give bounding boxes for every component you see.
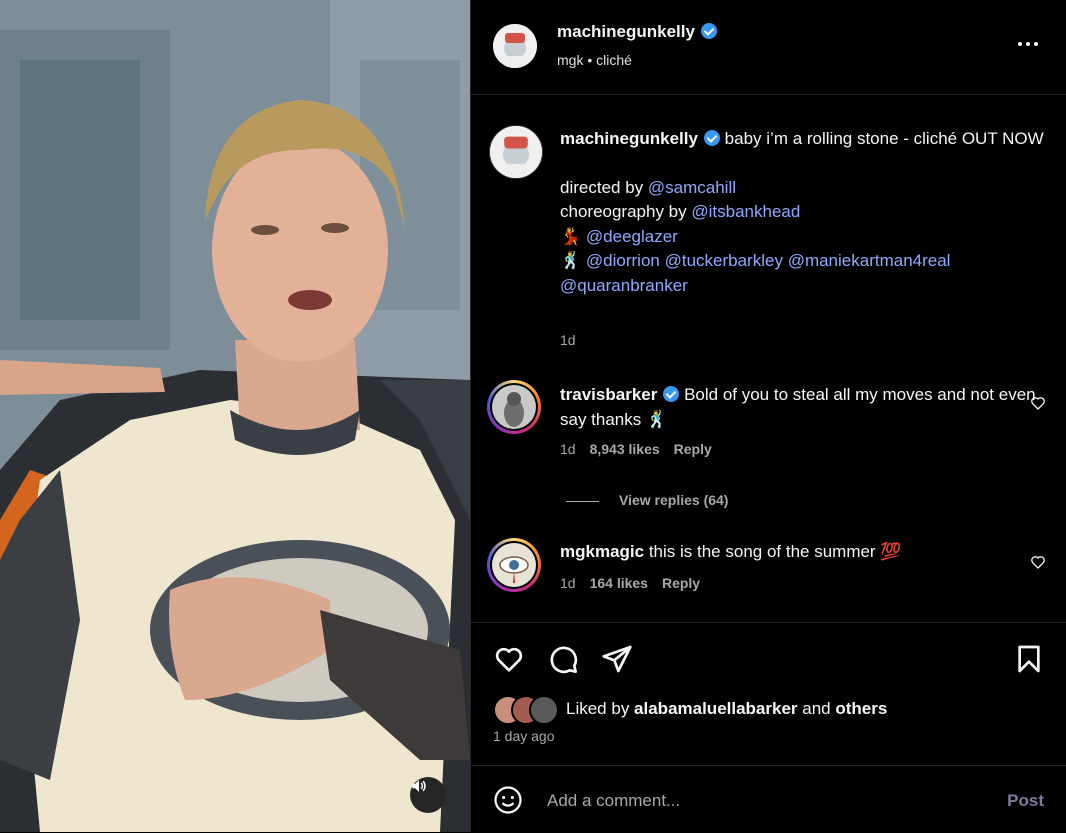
reply-button[interactable]: Reply xyxy=(662,575,700,591)
share-icon[interactable] xyxy=(601,643,633,675)
liked-by-user[interactable]: alabamaluellabarker xyxy=(634,699,797,718)
liked-by-others[interactable]: others xyxy=(835,699,887,718)
comment-meta: 1d 164 likes Reply xyxy=(560,575,700,591)
more-icon-dot xyxy=(1026,42,1030,46)
comment-time[interactable]: 1d xyxy=(560,441,576,457)
comment-like-icon[interactable] xyxy=(1030,395,1046,411)
comment-text: mgkmagic this is the song of the summer … xyxy=(560,540,1050,565)
liked-by-and: and xyxy=(797,699,836,718)
caption-username[interactable]: machinegunkelly xyxy=(560,129,698,148)
mention-link[interactable]: @diorrion xyxy=(586,251,660,270)
mention-link[interactable]: @samcahill xyxy=(648,178,736,197)
liked-by-avatars[interactable] xyxy=(493,695,563,725)
reply-button[interactable]: Reply xyxy=(674,441,712,457)
comment-likes[interactable]: 8,943 likes xyxy=(590,441,660,457)
heart-icon[interactable] xyxy=(493,643,525,675)
mention-link[interactable]: @deeglazer xyxy=(586,227,678,246)
mention-link[interactable]: @itsbankhead xyxy=(691,202,800,221)
verified-badge-icon xyxy=(663,386,680,402)
caption-tags: 🕺 @diorrion @tuckerbarkley @maniekartman… xyxy=(560,249,1050,298)
comment-input[interactable]: Add a comment... xyxy=(547,791,680,811)
avatar-image xyxy=(493,24,537,68)
post-header: machinegunkelly mgk • cliché xyxy=(471,0,1066,95)
post-timestamp[interactable]: 1 day ago xyxy=(493,728,555,744)
author-avatar[interactable] xyxy=(493,24,537,68)
caption-text: machinegunkelly baby i’m a rolling stone… xyxy=(560,127,1050,298)
more-options-button[interactable] xyxy=(1018,42,1038,46)
mention-link[interactable]: @maniekartman4real xyxy=(788,251,951,270)
speaker-icon xyxy=(412,780,426,792)
liked-by-prefix: Liked by xyxy=(566,699,635,718)
caption-line: baby i’m a rolling stone - cliché OUT NO… xyxy=(724,129,1044,148)
man-dancing-emoji: 🕺 xyxy=(560,251,582,270)
emoji-icon[interactable] xyxy=(493,785,523,815)
comment-likes[interactable]: 164 likes xyxy=(590,575,648,591)
avatar-image xyxy=(490,126,542,178)
bookmark-icon[interactable] xyxy=(1013,643,1045,675)
post-comment-button[interactable]: Post xyxy=(1007,791,1044,811)
caption-directed: directed by @samcahill xyxy=(560,176,1050,201)
caption-dancer: 💃 @deeglazer xyxy=(560,225,1050,250)
choreo-prefix: choreography by xyxy=(560,202,692,221)
author-username-link[interactable]: machinegunkelly xyxy=(557,22,717,42)
sound-toggle-button[interactable] xyxy=(410,777,446,813)
liked-by-text: Liked by alabamaluellabarker and others xyxy=(566,699,887,719)
comment-body: this is the song of the summer 💯 xyxy=(648,542,902,561)
story-ring[interactable] xyxy=(487,380,541,434)
mention-link[interactable]: @tuckerbarkley xyxy=(665,251,783,270)
comment-like-icon[interactable] xyxy=(1030,554,1046,570)
comment-username[interactable]: travisbarker xyxy=(560,385,657,404)
view-replies-button[interactable]: View replies (64) xyxy=(566,492,728,508)
caption-author-avatar[interactable] xyxy=(489,125,543,179)
comments-list[interactable]: machinegunkelly baby i’m a rolling stone… xyxy=(471,95,1066,622)
audio-subtitle[interactable]: mgk • cliché xyxy=(557,52,632,68)
liker-avatar xyxy=(529,695,559,725)
author-username[interactable]: machinegunkelly xyxy=(557,22,695,41)
video-frame-illustration xyxy=(0,0,470,832)
avatar-image xyxy=(492,385,536,429)
more-icon-dot xyxy=(1034,42,1038,46)
comment-text: travisbarker Bold of you to steal all my… xyxy=(560,383,1050,432)
caption-choreo: choreography by @itsbankhead xyxy=(560,200,1050,225)
commenter-avatar xyxy=(492,543,536,587)
verified-badge-icon xyxy=(700,23,717,39)
directed-prefix: directed by xyxy=(560,177,648,197)
comment-username[interactable]: mgkmagic xyxy=(560,542,644,561)
comment-icon[interactable] xyxy=(547,643,579,675)
verified-badge-icon xyxy=(703,130,720,146)
post-video[interactable] xyxy=(0,0,470,832)
commenter-avatar xyxy=(492,385,536,429)
comment-meta: 1d 8,943 likes Reply xyxy=(560,441,712,457)
comment-composer: Add a comment... Post xyxy=(471,765,1066,833)
action-bar xyxy=(471,622,1066,766)
comment-time[interactable]: 1d xyxy=(560,575,576,591)
post-sidebar: machinegunkelly mgk • cliché machinegunk… xyxy=(470,0,1066,832)
dancer-emoji: 💃 xyxy=(560,226,582,246)
story-ring[interactable] xyxy=(487,538,541,592)
avatar-image xyxy=(492,543,536,587)
caption-time[interactable]: 1d xyxy=(560,332,576,348)
more-icon xyxy=(1018,42,1022,46)
mention-link[interactable]: @quaranbranker xyxy=(560,276,688,295)
